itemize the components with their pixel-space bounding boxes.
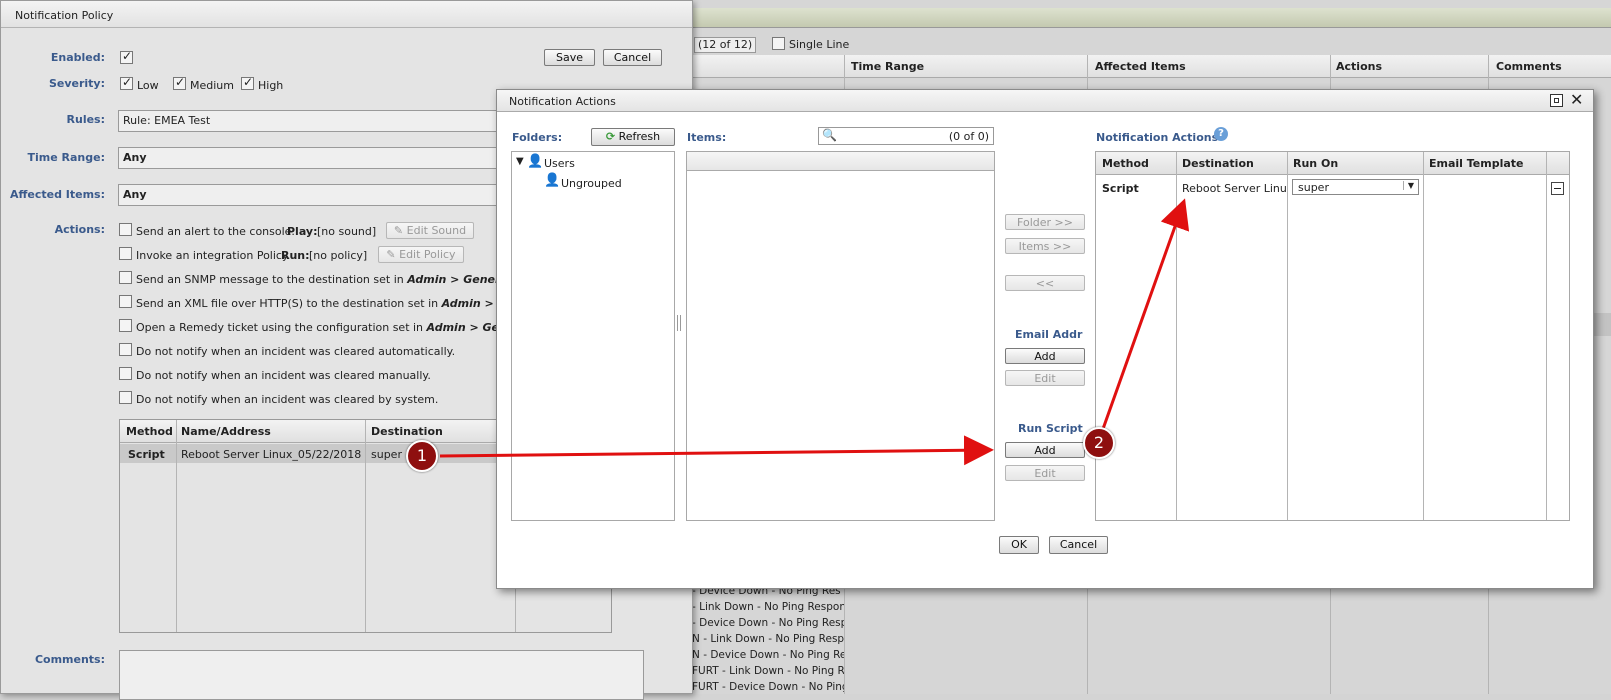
arrow-2 — [1096, 198, 1190, 444]
callout-1-badge: 1 — [406, 440, 438, 472]
annotation-arrows — [439, 198, 1190, 466]
callout-1-number: 1 — [416, 446, 428, 465]
callout-2-number: 2 — [1093, 433, 1105, 452]
callout-2-badge: 2 — [1083, 427, 1115, 459]
arrow-1 — [439, 435, 994, 466]
